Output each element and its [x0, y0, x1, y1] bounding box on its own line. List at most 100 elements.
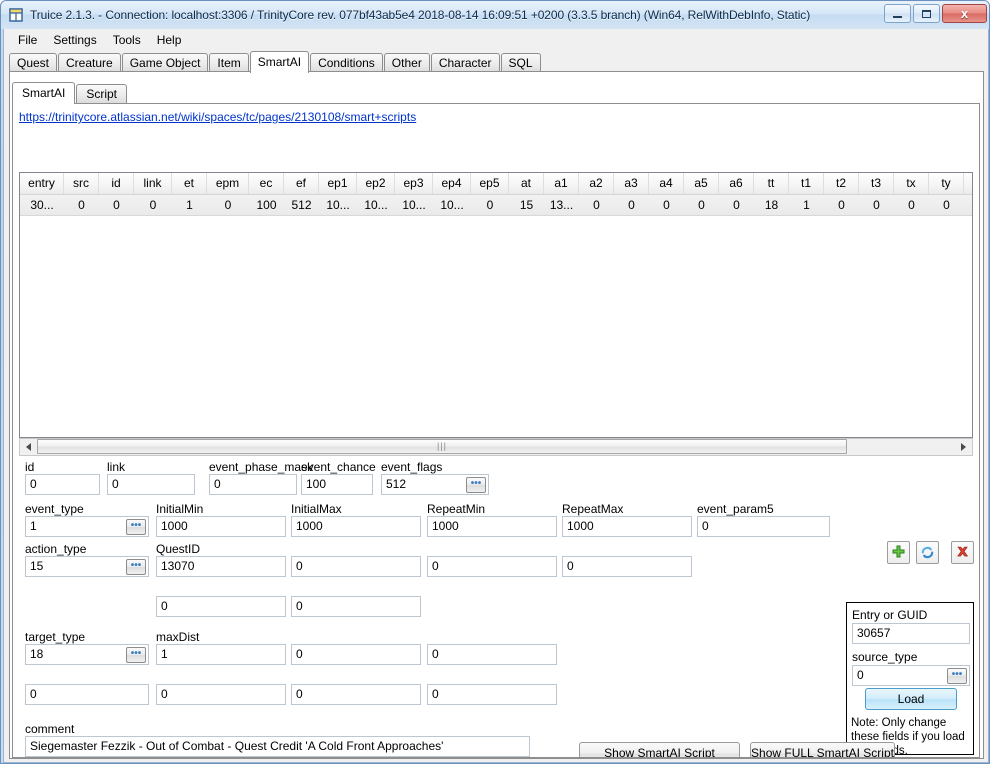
scroll-right-icon[interactable]	[955, 439, 972, 455]
grid-cell-a2[interactable]: 0	[579, 195, 614, 215]
tab-sql[interactable]: SQL	[500, 53, 541, 72]
maxDist-input[interactable]: 1	[156, 644, 286, 665]
grid-cell-epm[interactable]: 0	[207, 195, 249, 215]
event_chance-input[interactable]: 100	[301, 474, 373, 495]
event_param5-input[interactable]: 0	[697, 516, 830, 537]
event_type-input[interactable]: 1 •••	[25, 516, 149, 537]
refresh-row-button[interactable]	[916, 541, 939, 564]
action_param5-input[interactable]: 0	[156, 596, 286, 617]
grid-cell-t3[interactable]: 0	[859, 195, 894, 215]
id-input[interactable]: 0	[25, 474, 100, 495]
event_phase_mask-input[interactable]: 0	[209, 474, 297, 495]
title-bar[interactable]: Truice 2.1.3. - Connection: localhost:33…	[1, 1, 989, 29]
grid-cell-et[interactable]: 1	[172, 195, 207, 215]
target_param2-input[interactable]: 0	[291, 644, 421, 665]
load-button[interactable]: Load	[865, 688, 957, 710]
grid-cell-ty[interactable]: 0	[929, 195, 964, 215]
grid-horizontal-scrollbar[interactable]: |||	[19, 438, 973, 456]
grid-column-header-ep1[interactable]: ep1	[319, 173, 357, 194]
tab-character[interactable]: Character	[430, 53, 500, 72]
comment-input[interactable]: Siegemaster Fezzik - Out of Combat - Que…	[25, 736, 530, 757]
tab-creature[interactable]: Creature	[58, 53, 121, 72]
grid-cell-at[interactable]: 15	[509, 195, 544, 215]
grid-column-header-epm[interactable]: epm	[207, 173, 249, 194]
tab-game-object[interactable]: Game Object	[121, 53, 209, 72]
QuestID-input[interactable]: 13070	[156, 556, 286, 577]
inner-tab-script[interactable]: Script	[76, 84, 128, 103]
link-input[interactable]: 0	[107, 474, 195, 495]
scrollbar-thumb[interactable]: |||	[37, 439, 847, 454]
action_type-input[interactable]: 15 •••	[25, 556, 149, 577]
target_type-picker-button[interactable]: •••	[126, 647, 146, 663]
show-full-smartai-script-button[interactable]: Show FULL SmartAI Script	[750, 742, 895, 757]
grid-column-header-t3[interactable]: t3	[859, 173, 894, 194]
InitialMin-input[interactable]: 1000	[156, 516, 286, 537]
grid-column-header-entry[interactable]: entry	[20, 173, 64, 194]
tab-item[interactable]: Item	[209, 53, 249, 72]
tab-smartai[interactable]: SmartAI	[249, 51, 310, 73]
grid-column-header-link[interactable]: link	[134, 173, 172, 194]
target_param3-input[interactable]: 0	[427, 644, 557, 665]
menu-item-file[interactable]: File	[10, 31, 45, 49]
grid-column-header-src[interactable]: src	[64, 173, 99, 194]
grid-cell-a1[interactable]: 13...	[544, 195, 579, 215]
maximize-button[interactable]	[913, 4, 940, 23]
grid-column-header-a2[interactable]: a2	[579, 173, 614, 194]
source-type-picker-button[interactable]: •••	[947, 668, 967, 684]
grid-cell-ec[interactable]: 100	[249, 195, 284, 215]
grid-column-header-ep4[interactable]: ep4	[433, 173, 471, 194]
grid-column-header-ep5[interactable]: ep5	[471, 173, 509, 194]
target_type-input[interactable]: 18 •••	[25, 644, 149, 665]
smartai-data-grid[interactable]: entry src id link et epm ec ef ep1 ep2 ep3 ep4 ep5 at…	[19, 172, 973, 438]
grid-column-header-ec[interactable]: ec	[249, 173, 284, 194]
tab-quest[interactable]: Quest	[9, 53, 58, 72]
delete-row-button[interactable]	[951, 541, 974, 564]
grid-cell-id[interactable]: 0	[99, 195, 134, 215]
menu-item-settings[interactable]: Settings	[45, 31, 104, 49]
grid-cell-entry[interactable]: 30...	[20, 195, 64, 215]
grid-column-header-ef[interactable]: ef	[284, 173, 319, 194]
inner-tab-smartai[interactable]: SmartAI	[12, 82, 76, 104]
scroll-left-icon[interactable]	[20, 439, 37, 455]
grid-column-header-a5[interactable]: a5	[684, 173, 719, 194]
grid-cell-src[interactable]: 0	[64, 195, 99, 215]
minimize-button[interactable]	[884, 4, 911, 23]
grid-cell-ep4[interactable]: 10...	[433, 195, 471, 215]
action_type-picker-button[interactable]: •••	[126, 559, 146, 575]
grid-cell-a3[interactable]: 0	[614, 195, 649, 215]
grid-column-header-ep3[interactable]: ep3	[395, 173, 433, 194]
event_flags-picker-button[interactable]: •••	[466, 477, 486, 493]
show-smartai-script-button[interactable]: Show SmartAI Script	[579, 742, 740, 757]
grid-cell-tx[interactable]: 0	[894, 195, 929, 215]
grid-column-header-a4[interactable]: a4	[649, 173, 684, 194]
grid-cell-t2[interactable]: 0	[824, 195, 859, 215]
grid-column-header-t1[interactable]: t1	[789, 173, 824, 194]
grid-column-header-et[interactable]: et	[172, 173, 207, 194]
grid-cell-link[interactable]: 0	[134, 195, 172, 215]
source-type-input[interactable]: 0 •••	[852, 665, 970, 686]
tab-conditions[interactable]: Conditions	[310, 53, 383, 72]
grid-column-header-tt[interactable]: tt	[754, 173, 789, 194]
close-button[interactable]: x	[942, 4, 987, 23]
RepeatMax-input[interactable]: 1000	[562, 516, 692, 537]
action_param6-input[interactable]: 0	[291, 596, 421, 617]
grid-cell-ep5[interactable]: 0	[471, 195, 509, 215]
grid-column-header-at[interactable]: at	[509, 173, 544, 194]
grid-column-header-id[interactable]: id	[99, 173, 134, 194]
grid-cell-ep2[interactable]: 10...	[357, 195, 395, 215]
grid-column-header-ty[interactable]: ty	[929, 173, 964, 194]
grid-column-header-tx[interactable]: tx	[894, 173, 929, 194]
add-row-button[interactable]	[887, 541, 910, 564]
grid-column-header-a6[interactable]: a6	[719, 173, 754, 194]
target_y-input[interactable]: 0	[156, 684, 286, 705]
action_param2-input[interactable]: 0	[291, 556, 421, 577]
grid-cell-a6[interactable]: 0	[719, 195, 754, 215]
entry-guid-input[interactable]: 30657	[852, 623, 970, 644]
grid-column-header-t2[interactable]: t2	[824, 173, 859, 194]
table-row[interactable]: 30... 0 0 0 1 0 100 512 10... 10... 10... 10... 0 15 1…	[20, 195, 972, 216]
action_param3-input[interactable]: 0	[427, 556, 557, 577]
target_z-input[interactable]: 0	[291, 684, 421, 705]
grid-cell-t1[interactable]: 1	[789, 195, 824, 215]
scrollbar-track[interactable]: |||	[37, 439, 955, 455]
grid-column-header-a1[interactable]: a1	[544, 173, 579, 194]
